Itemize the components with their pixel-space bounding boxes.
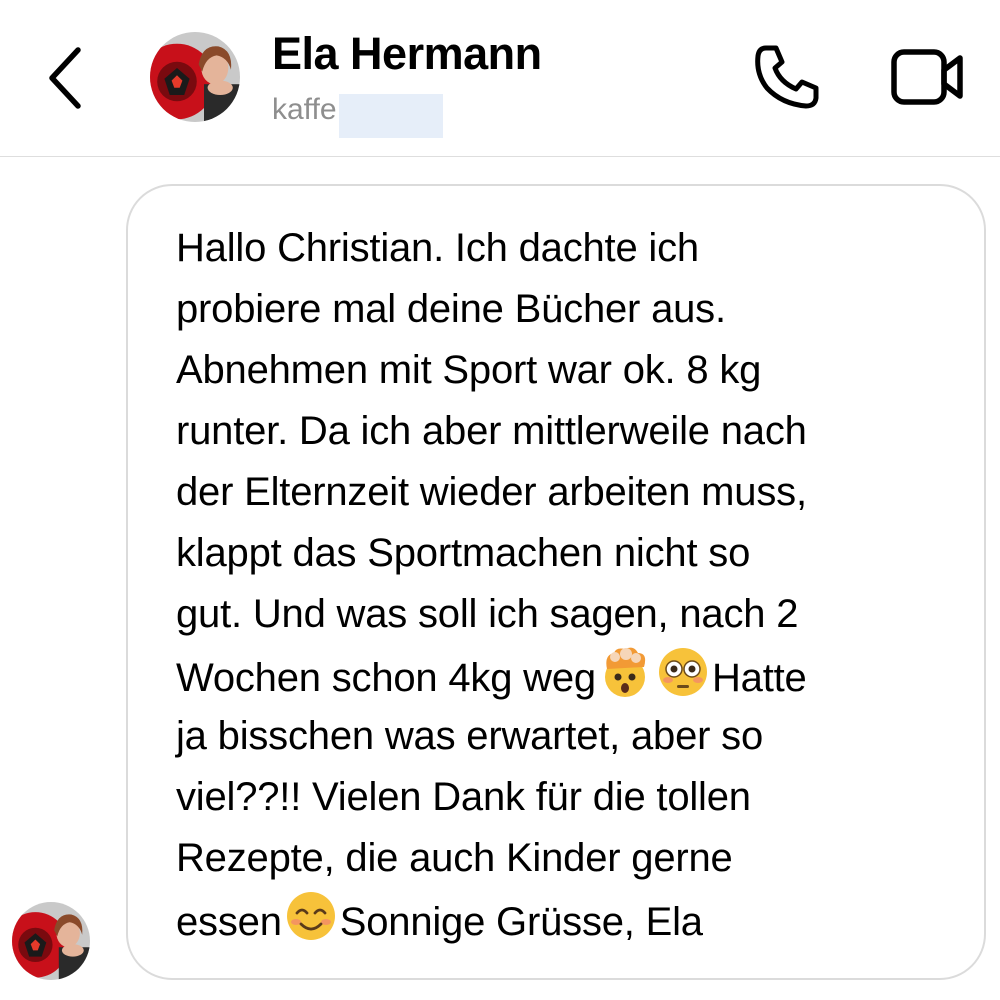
video-call-button[interactable] — [890, 46, 966, 108]
video-camera-icon — [891, 49, 963, 105]
message-line: ja bisschen was erwartet, aber so — [176, 714, 764, 758]
redaction-box — [338, 94, 443, 138]
audio-call-button[interactable] — [752, 42, 822, 112]
contact-name[interactable]: Ela Hermann — [272, 28, 542, 80]
message-line: klappt das Sportmachen nicht so — [176, 531, 751, 575]
message-line-with-emoji: Wochen schon 4kg weg Hatte — [176, 645, 956, 706]
avatar-image — [150, 32, 240, 122]
message-bubble[interactable]: Hallo Christian. Ich dachte ich probiere… — [126, 184, 986, 980]
message-line: probiere mal deine Bücher aus. — [176, 287, 726, 331]
message-line: runter. Da ich aber mittlerweile nach — [176, 409, 807, 453]
message-segment: Sonnige Grüsse, Ela — [339, 900, 703, 944]
contact-avatar[interactable] — [150, 32, 240, 122]
message-line: Rezepte, die auch Kinder gerne — [176, 836, 733, 880]
sender-avatar[interactable] — [12, 902, 90, 980]
message-segment: Wochen schon 4kg weg — [176, 656, 596, 700]
contact-status-row: kaffe — [272, 92, 443, 138]
chevron-left-icon — [49, 47, 81, 109]
message-text: Hallo Christian. Ich dachte ich probiere… — [176, 218, 956, 950]
smiling-face-emoji — [284, 889, 338, 943]
avatar-image — [12, 902, 90, 980]
back-button[interactable] — [40, 40, 96, 116]
contact-status: kaffe — [272, 93, 337, 126]
message-line: viel??!! Vielen Dank für die tollen — [176, 775, 751, 819]
flushed-face-emoji — [656, 645, 710, 699]
message-line-with-emoji: essen Sonnige Grüsse, Ela — [176, 889, 956, 950]
phone-icon — [755, 45, 819, 109]
exploding-head-emoji — [598, 645, 652, 699]
message-line: der Elternzeit wieder arbeiten muss, — [176, 470, 807, 514]
message-line: Hallo Christian. Ich dachte ich — [176, 226, 699, 270]
message-line: gut. Und was soll ich sagen, nach 2 — [176, 592, 799, 636]
message-segment: essen — [176, 900, 282, 944]
message-segment: Hatte — [711, 656, 807, 700]
message-line: Abnehmen mit Sport war ok. 8 kg — [176, 348, 762, 392]
chat-header: Ela Hermann kaffe — [0, 0, 1000, 157]
